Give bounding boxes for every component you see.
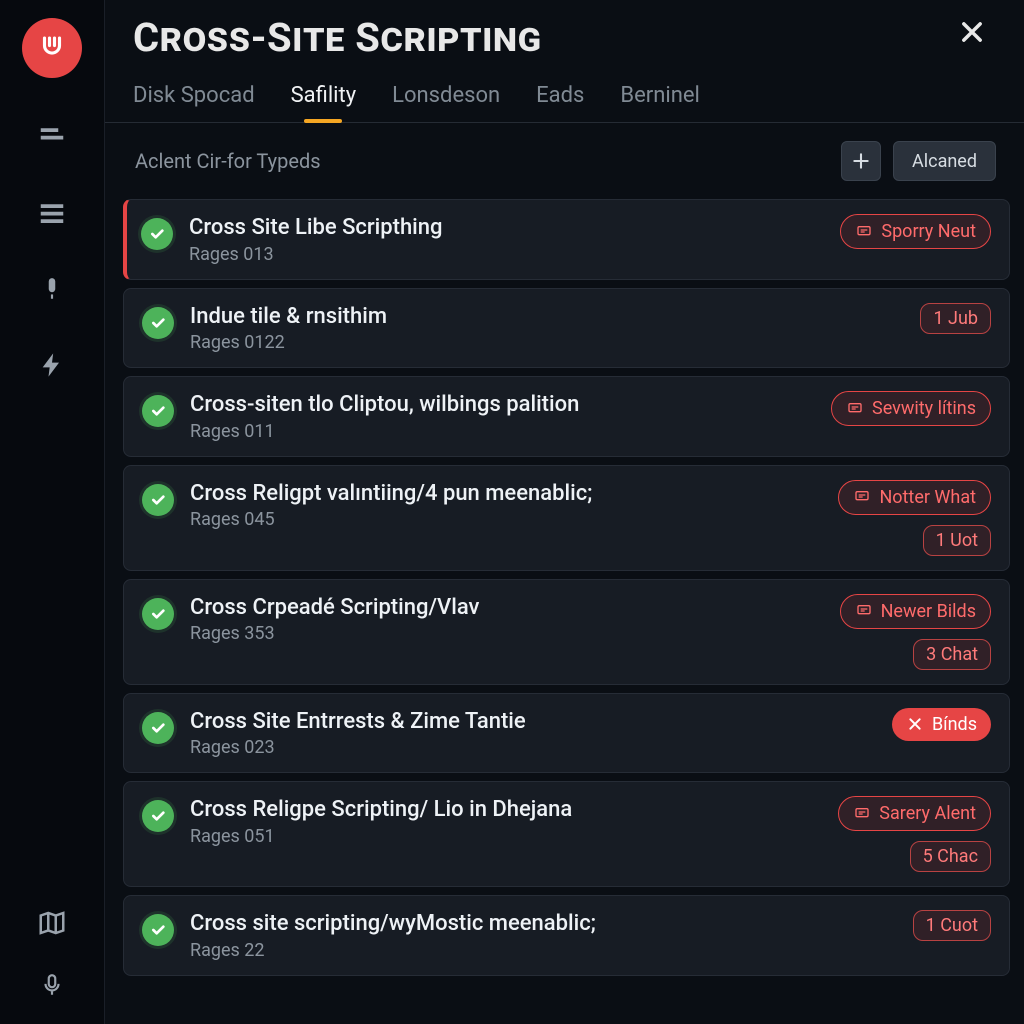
count-chip[interactable]: 1 Uot bbox=[923, 525, 991, 556]
card-badges: 1 Cuot bbox=[913, 910, 991, 941]
card-subtitle: Rages 0122 bbox=[190, 332, 904, 353]
check-icon bbox=[142, 800, 174, 832]
severity-pill[interactable]: Notter What bbox=[838, 480, 991, 515]
severity-pill[interactable]: Sporry Neut bbox=[840, 214, 991, 249]
subbar-label: Aclent Cir-for Typeds bbox=[135, 149, 321, 173]
card-title: Cross Religpt valıntiing/4 pun meenablic… bbox=[190, 480, 822, 508]
card-subtitle: Rages 011 bbox=[190, 421, 815, 442]
card-subtitle: Rages 013 bbox=[189, 244, 824, 265]
card-title: Cross Site Entrrests & Zime Tantie bbox=[190, 708, 876, 736]
tab-0[interactable]: Disk Spocad bbox=[133, 83, 255, 122]
card-badges: Bínds bbox=[892, 708, 991, 741]
card-body: Cross Crpeadé Scripting/VlavRages 353 bbox=[190, 594, 824, 645]
count-chip[interactable]: 1 Jub bbox=[920, 303, 991, 334]
issue-card[interactable]: Indue tile & rnsithimRages 0122 1 Jub bbox=[123, 288, 1010, 369]
check-icon bbox=[142, 307, 174, 339]
close-button[interactable] bbox=[954, 14, 990, 50]
card-title: Cross-siten tlo Cliptou, wilbings paliti… bbox=[190, 391, 815, 419]
check-icon bbox=[142, 395, 174, 427]
card-subtitle: Rages 353 bbox=[190, 623, 824, 644]
pill-label: Sarery Alent bbox=[879, 803, 976, 824]
severity-pill[interactable]: Sarery Alent bbox=[838, 796, 991, 831]
card-title: Cross Religpe Scripting/ Lio in Dhejana bbox=[190, 796, 822, 824]
nav-bolt-icon[interactable] bbox=[35, 348, 69, 382]
card-badges: 1 Jub bbox=[920, 303, 991, 334]
issue-card[interactable]: Cross Crpeadé Scripting/VlavRages 353 New… bbox=[123, 579, 1010, 685]
card-body: Indue tile & rnsithimRages 0122 bbox=[190, 303, 904, 354]
card-title: Cross Site Libe Scripthing bbox=[189, 214, 824, 242]
header: Cross-Site Scripting Disk Spocad Safility… bbox=[105, 0, 1024, 123]
issue-card[interactable]: Cross Site Entrrests & Zime TantieRages … bbox=[123, 693, 1010, 774]
card-title: Indue tile & rnsithim bbox=[190, 303, 904, 331]
comment-icon bbox=[855, 603, 873, 619]
sidebar bbox=[0, 0, 105, 1024]
tab-1[interactable]: Safility bbox=[291, 83, 357, 122]
card-subtitle: Rages 023 bbox=[190, 737, 876, 758]
card-subtitle: Rages 22 bbox=[190, 940, 897, 961]
issue-list: Cross Site Libe ScripthingRages 013 Sporr… bbox=[105, 199, 1024, 1024]
nav-voice-icon[interactable] bbox=[35, 968, 69, 1002]
tab-2[interactable]: Lonsdeson bbox=[392, 83, 500, 122]
nav-menu-icon[interactable] bbox=[35, 196, 69, 230]
severity-pill[interactable]: Bínds bbox=[892, 708, 991, 741]
comment-icon bbox=[846, 401, 864, 417]
check-icon bbox=[142, 914, 174, 946]
filter-button[interactable]: Alcaned bbox=[893, 141, 996, 181]
count-chip[interactable]: 1 Cuot bbox=[913, 910, 991, 941]
nav-dashboard-icon[interactable] bbox=[35, 120, 69, 154]
pill-label: Sevwity lítins bbox=[872, 398, 976, 419]
card-badges: Sarery Alent 5 Chac bbox=[838, 796, 991, 872]
nav-map-icon[interactable] bbox=[35, 906, 69, 940]
tab-bar: Disk Spocad Safility Lonsdeson Eads Berninel bbox=[133, 83, 990, 122]
app-logo[interactable] bbox=[22, 18, 82, 78]
issue-card[interactable]: Cross Religpt valıntiing/4 pun meenablic… bbox=[123, 465, 1010, 571]
card-body: Cross site scripting/wyMostic meenablic;… bbox=[190, 910, 897, 961]
issue-card[interactable]: Cross site scripting/wyMostic meenablic;… bbox=[123, 895, 1010, 976]
x-icon bbox=[906, 716, 924, 732]
main-panel: Cross-Site Scripting Disk Spocad Safility… bbox=[105, 0, 1024, 1024]
card-subtitle: Rages 051 bbox=[190, 826, 822, 847]
issue-card[interactable]: Cross Site Libe ScripthingRages 013 Sporr… bbox=[123, 199, 1010, 280]
severity-pill[interactable]: Sevwity lítins bbox=[831, 391, 991, 426]
card-subtitle: Rages 045 bbox=[190, 509, 822, 530]
issue-card[interactable]: Cross Religpe Scripting/ Lio in DhejanaR… bbox=[123, 781, 1010, 887]
card-badges: Newer Bilds 3 Chat bbox=[840, 594, 991, 670]
pill-label: Sporry Neut bbox=[881, 221, 976, 242]
card-title: Cross Crpeadé Scripting/Vlav bbox=[190, 594, 824, 622]
card-badges: Notter What 1 Uot bbox=[838, 480, 991, 556]
card-body: Cross Religpt valıntiing/4 pun meenablic… bbox=[190, 480, 822, 531]
pill-label: Notter What bbox=[879, 487, 976, 508]
check-icon bbox=[142, 484, 174, 516]
card-body: Cross Site Libe ScripthingRages 013 bbox=[189, 214, 824, 265]
card-body: Cross-siten tlo Cliptou, wilbings paliti… bbox=[190, 391, 815, 442]
count-chip[interactable]: 3 Chat bbox=[913, 639, 991, 670]
comment-icon bbox=[853, 489, 871, 505]
card-body: Cross Religpe Scripting/ Lio in DhejanaR… bbox=[190, 796, 822, 847]
pill-label: Newer Bilds bbox=[881, 601, 976, 622]
count-chip[interactable]: 5 Chac bbox=[910, 841, 991, 872]
comment-icon bbox=[853, 806, 871, 822]
check-icon bbox=[142, 598, 174, 630]
page-title: Cross-Site Scripting bbox=[133, 14, 541, 61]
add-button[interactable] bbox=[841, 141, 881, 181]
severity-pill[interactable]: Newer Bilds bbox=[840, 594, 991, 629]
check-icon bbox=[142, 712, 174, 744]
comment-icon bbox=[855, 224, 873, 240]
card-badges: Sevwity lítins bbox=[831, 391, 991, 426]
check-icon bbox=[141, 218, 173, 250]
issue-card[interactable]: Cross-siten tlo Cliptou, wilbings paliti… bbox=[123, 376, 1010, 457]
subbar: Aclent Cir-for Typeds Alcaned bbox=[105, 123, 1024, 199]
card-title: Cross site scripting/wyMostic meenablic; bbox=[190, 910, 897, 938]
tab-4[interactable]: Berninel bbox=[620, 83, 700, 122]
card-badges: Sporry Neut bbox=[840, 214, 991, 249]
nav-mic-icon[interactable] bbox=[35, 272, 69, 306]
card-body: Cross Site Entrrests & Zime TantieRages … bbox=[190, 708, 876, 759]
pill-label: Bínds bbox=[932, 714, 977, 735]
tab-3[interactable]: Eads bbox=[536, 83, 584, 122]
